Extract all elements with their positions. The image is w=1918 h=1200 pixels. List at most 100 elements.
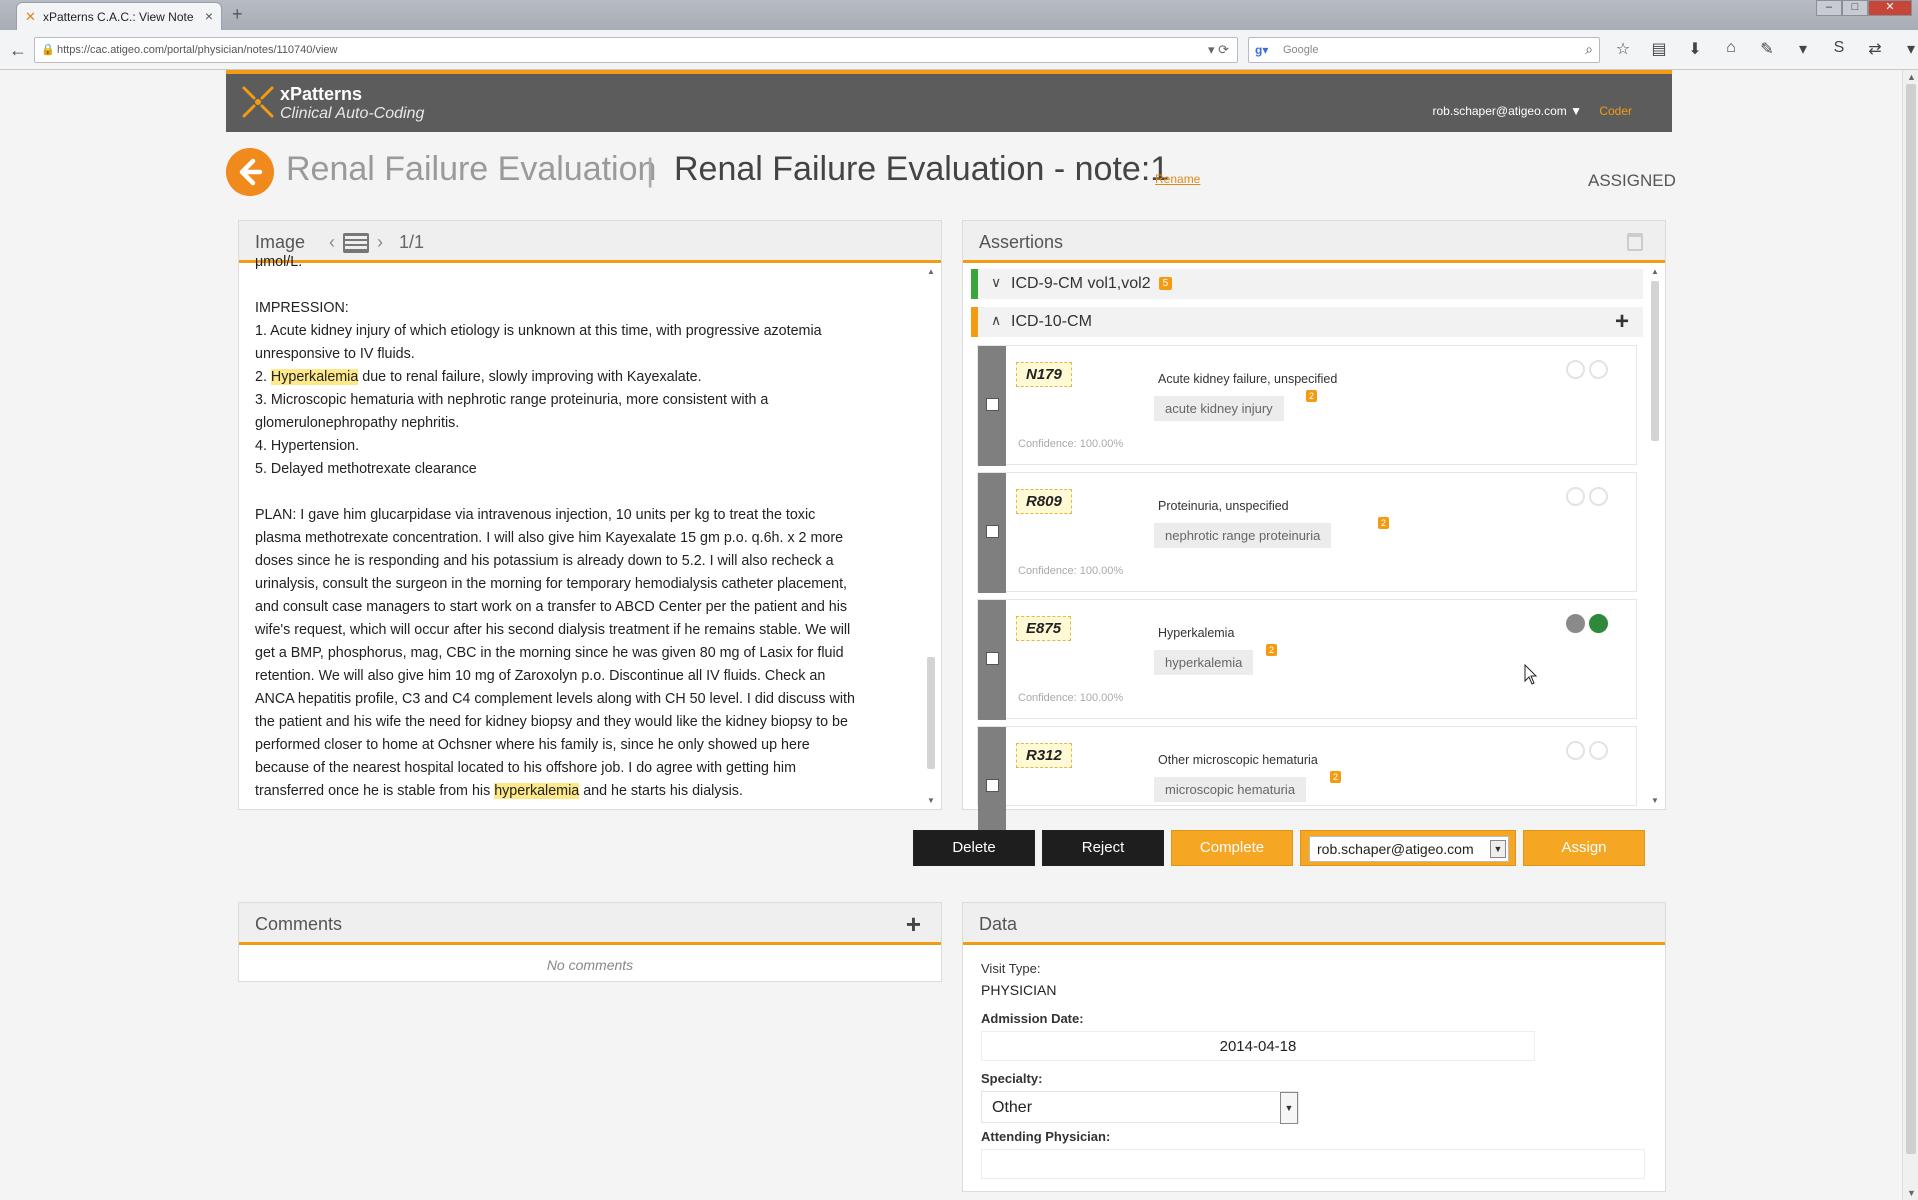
card-actions	[1566, 614, 1608, 633]
minimize-icon[interactable]: –	[1816, 0, 1842, 16]
skype-icon[interactable]: S	[1828, 39, 1850, 59]
chevron-down-icon[interactable]: ∨	[991, 274, 1001, 291]
specialty-select[interactable]: Other ▼	[981, 1091, 1299, 1124]
group-icd10[interactable]: ∧ ICD-10-CM +	[971, 307, 1643, 337]
assertions-scroll-thumb[interactable]	[1651, 281, 1659, 441]
download-icon[interactable]: ⬇	[1684, 39, 1706, 59]
chevron-down-icon: ▼	[1570, 104, 1582, 118]
reload-icon[interactable]: ▾ ⟳	[1208, 42, 1229, 58]
evidence-chip[interactable]: nephrotic range proteinuria	[1154, 523, 1332, 548]
note-scrollbar[interactable]: ▲ ▼	[925, 265, 937, 807]
assertion-checkbox[interactable]	[986, 779, 999, 792]
assertion-card[interactable]: N179 Acute kidney failure, unspecified acu…	[977, 345, 1637, 466]
reading-list-icon[interactable]: ▤	[1648, 39, 1670, 59]
add-assertion-icon[interactable]: +	[1615, 308, 1629, 336]
assertion-checkbox[interactable]	[986, 398, 999, 411]
dropdown-arrow-icon[interactable]: ▼	[1280, 1092, 1298, 1124]
note-line: 3. Microscopic hematuria with nephrotic …	[255, 392, 769, 408]
approve-icon[interactable]	[1589, 360, 1608, 379]
overflow-icon[interactable]: ▾	[1900, 39, 1918, 59]
note-line	[255, 481, 915, 504]
scroll-up-icon[interactable]: ▲	[1651, 267, 1659, 276]
delete-button[interactable]: Delete	[913, 830, 1035, 866]
case-title: Renal Failure Evaluation	[286, 150, 657, 188]
reject-button[interactable]: Reject	[1042, 830, 1164, 866]
assignee-select[interactable]: rob.schaper@atigeo.com ▼	[1300, 830, 1516, 866]
card-actions	[1566, 360, 1608, 379]
scroll-up-icon[interactable]: ▲	[927, 267, 935, 276]
assertion-checkbox[interactable]	[986, 652, 999, 665]
assertion-card[interactable]: E875 Hyperkalemia hyperkalemia 2 Confidence:…	[977, 599, 1637, 720]
star-icon[interactable]	[1566, 487, 1585, 506]
assertions-scrollbar[interactable]: ▲ ▼	[1649, 265, 1661, 807]
address-bar[interactable]: 🔒 https://cac.atigeo.com/portal/physicia…	[34, 37, 1238, 63]
back-arrow-icon[interactable]: ←	[6, 38, 30, 62]
icd-code[interactable]: R809	[1016, 489, 1072, 514]
assertion-card[interactable]: R809 Proteinuria, unspecified nephrotic ra…	[977, 472, 1637, 593]
admission-date-field[interactable]: 2014-04-18	[981, 1031, 1535, 1061]
group-icd9[interactable]: ∨ ICD-9-CM vol1,vol2 5	[971, 269, 1643, 299]
complete-button[interactable]: Complete	[1171, 830, 1293, 866]
dropdown-arrow-icon[interactable]: ▼	[1490, 840, 1506, 858]
new-tab-icon[interactable]: +	[232, 4, 243, 25]
browser-tab[interactable]: ✕ xPatterns C.A.C.: View Note ×	[16, 2, 222, 30]
attending-physician-field[interactable]	[981, 1149, 1645, 1179]
rename-link[interactable]: Rename	[1155, 172, 1200, 186]
close-window-icon[interactable]: ✕	[1868, 0, 1912, 16]
assignee-field[interactable]: rob.schaper@atigeo.com ▼	[1309, 836, 1509, 862]
assertion-checkbox[interactable]	[986, 525, 999, 538]
scroll-down-icon[interactable]: ▼	[1651, 796, 1659, 805]
addon-icon[interactable]: ⇄	[1864, 39, 1886, 59]
approve-icon[interactable]	[1589, 741, 1608, 760]
bookmark-star-icon[interactable]: ☆	[1612, 39, 1634, 59]
search-bar[interactable]: g▾ Google ⌕	[1248, 37, 1600, 63]
evidence-count-badge: 2	[1378, 517, 1390, 529]
star-icon[interactable]	[1566, 360, 1585, 379]
star-icon[interactable]	[1566, 614, 1585, 633]
card-actions	[1566, 487, 1608, 506]
icd-code[interactable]: N179	[1016, 362, 1072, 387]
dropdown-icon[interactable]: ▾	[1792, 39, 1814, 59]
close-tab-icon[interactable]: ×	[205, 8, 213, 24]
note-line: 1. Acute kidney injury of which etiology…	[255, 323, 822, 339]
note-line: retention. We will also give him 10 mg o…	[255, 668, 826, 684]
assertion-card[interactable]: R312 Other microscopic hematuria microscop…	[977, 726, 1637, 847]
trash-icon[interactable]	[1627, 233, 1643, 251]
tools-icon[interactable]: ✎	[1756, 39, 1778, 59]
evidence-chip[interactable]: microscopic hematuria	[1154, 777, 1307, 802]
approve-icon[interactable]	[1589, 614, 1608, 633]
approve-icon[interactable]	[1589, 487, 1608, 506]
brand-name: xPatterns	[280, 84, 363, 104]
note-text: μmol/L. IMPRESSION: 1. Acute kidney injury…	[255, 217, 915, 805]
scroll-down-icon[interactable]: ▼	[927, 796, 935, 805]
note-line: ANCA hepatitis profile, C3 and C4 comple…	[255, 691, 855, 707]
highlighted-term[interactable]: hyperkalemia	[494, 783, 580, 799]
evidence-chip[interactable]: acute kidney injury	[1154, 396, 1284, 421]
maximize-icon[interactable]: □	[1842, 0, 1868, 16]
star-icon[interactable]	[1566, 741, 1585, 760]
icd-code[interactable]: R312	[1016, 743, 1072, 768]
comments-panel-header: Comments +	[239, 903, 941, 945]
search-icon[interactable]: ⌕	[1585, 41, 1593, 58]
icd-code[interactable]: E875	[1016, 616, 1072, 641]
highlighted-term[interactable]: Hyperkalemia	[270, 369, 359, 385]
assign-button[interactable]: Assign	[1523, 830, 1645, 866]
scroll-up-icon[interactable]: ▲	[1907, 72, 1916, 82]
chevron-up-icon[interactable]: ∧	[991, 312, 1001, 329]
page-scrollbar[interactable]: ▲ ▼	[1902, 70, 1918, 1200]
home-icon[interactable]: ⌂	[1720, 39, 1742, 59]
user-menu[interactable]: rob.schaper@atigeo.com ▼	[1433, 104, 1582, 118]
note-line: 2. Hyperkalemia due to renal failure, sl…	[255, 369, 702, 385]
specialty-value: Other	[992, 1099, 1033, 1116]
scroll-down-icon[interactable]: ▼	[1907, 1188, 1916, 1198]
note-scroll-thumb[interactable]	[927, 657, 935, 769]
code-description: Proteinuria, unspecified	[1158, 499, 1289, 513]
evidence-chip[interactable]: hyperkalemia	[1154, 650, 1254, 675]
page-scroll-thumb[interactable]	[1906, 84, 1916, 1154]
back-button[interactable]	[226, 148, 274, 196]
note-line: performed closer to home at Ochsner wher…	[255, 737, 810, 753]
browser-toolbar: ☆ ▤ ⬇ ⌂ ✎ ▾ S ⇄ ▾ ≡	[1612, 39, 1918, 59]
add-comment-icon[interactable]: +	[906, 909, 921, 940]
confidence-text: Confidence: 100.00%	[1018, 565, 1124, 577]
visit-type-value: PHYSICIAN	[981, 982, 1057, 998]
